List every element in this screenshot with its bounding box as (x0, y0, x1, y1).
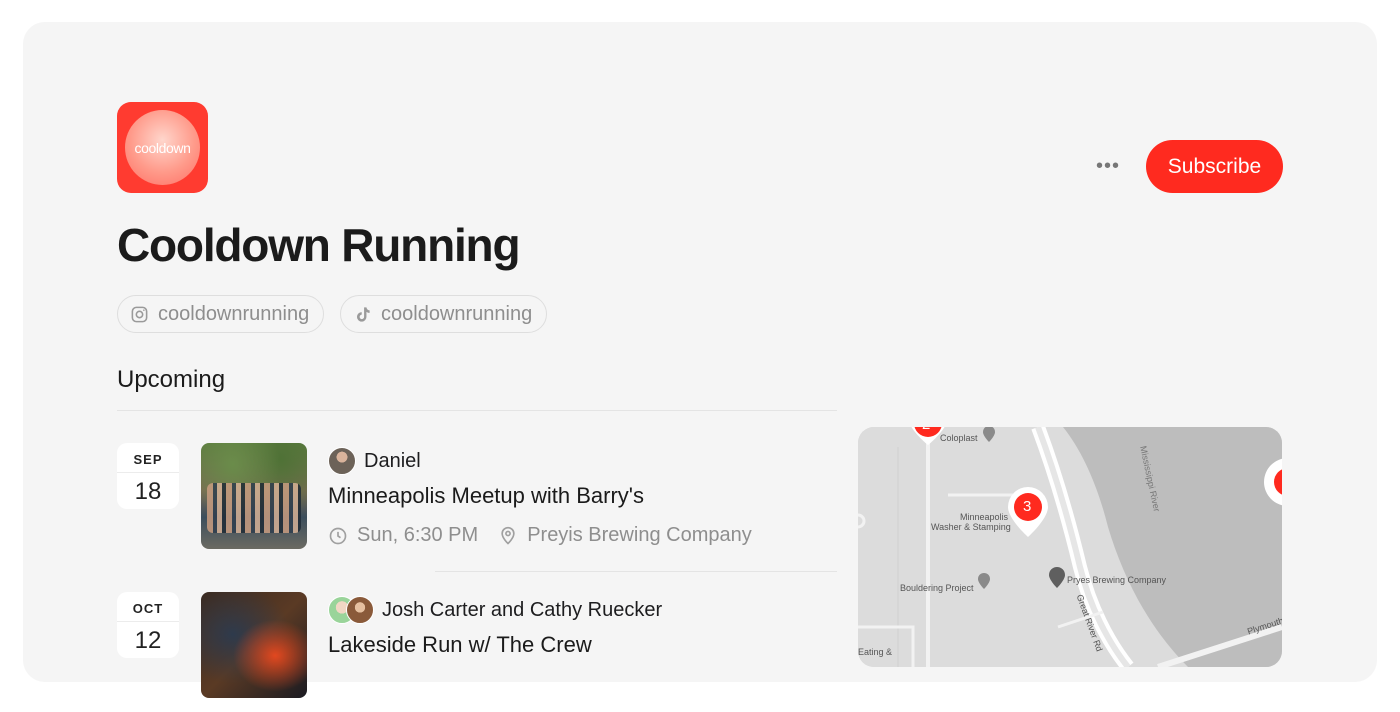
event-title: Lakeside Run w/ The Crew (328, 632, 592, 657)
more-options-button[interactable]: ••• (1088, 150, 1128, 182)
page-title: Cooldown Running (117, 219, 521, 271)
subscribe-button[interactable]: Subscribe (1146, 140, 1283, 193)
event-month: OCT (132, 601, 164, 616)
instagram-handle: cooldownrunning (158, 302, 310, 325)
map-label-bouldering: Bouldering Project (900, 583, 974, 593)
event-location: Preyis Brewing Company (498, 524, 752, 547)
map-pin-2-label: 2 (922, 427, 930, 433)
event-month: SEP (133, 452, 163, 467)
brand-logo: cooldown (117, 102, 208, 193)
map-canvas (858, 427, 1282, 667)
event-item[interactable]: OCT 12 Josh Carter and Cathy Ruecker Lak… (117, 592, 837, 712)
host-avatars (328, 596, 374, 624)
event-host: Josh Carter and Cathy Ruecker (328, 596, 662, 624)
host-name: Josh Carter and Cathy Ruecker (382, 598, 663, 621)
event-thumbnail (201, 592, 307, 698)
logo-text: cooldown (134, 139, 191, 156)
host-name: Daniel (364, 449, 421, 472)
event-location-text: Preyis Brewing Company (527, 524, 752, 546)
event-divider (435, 571, 837, 572)
map-label-washer-line2: Washer & Stamping (931, 522, 1011, 532)
instagram-icon (131, 306, 148, 322)
event-item[interactable]: SEP 18 Daniel Minneapolis Meetup with Ba… (117, 443, 837, 563)
events-map[interactable]: 2 3 Coloplast Minneapolis Washer & Stamp… (858, 427, 1282, 667)
event-time: Sun, 6:30 PM (328, 524, 478, 547)
avatar (346, 596, 374, 624)
instagram-link[interactable]: cooldownrunning (117, 295, 325, 333)
event-meta: Sun, 6:30 PM Preyis Brewing Company (328, 524, 752, 547)
event-day: 12 (134, 627, 162, 654)
tiktok-handle: cooldownrunning (381, 302, 533, 325)
event-date-badge: SEP 18 (117, 443, 179, 509)
event-host: Daniel (328, 447, 421, 475)
tiktok-link[interactable]: cooldownrunning (340, 295, 548, 333)
clock-icon (329, 527, 347, 544)
event-thumbnail (201, 443, 307, 549)
event-date-badge: OCT 12 (117, 592, 179, 658)
map-label-brewing: Pryes Brewing Company (1067, 575, 1167, 585)
location-pin-icon (501, 526, 515, 545)
section-divider (117, 410, 837, 411)
event-day: 18 (134, 478, 162, 505)
event-time-text: Sun, 6:30 PM (357, 524, 479, 546)
avatar (328, 447, 356, 475)
map-label-coloplast: Coloplast (940, 433, 978, 443)
event-title: Minneapolis Meetup with Barry's (328, 483, 645, 508)
logo-orb: cooldown (125, 110, 200, 185)
tiktok-icon (356, 306, 370, 322)
group-photo (207, 483, 301, 533)
map-label-washer-line1: Minneapolis (960, 512, 1009, 522)
upcoming-title: Upcoming (117, 366, 226, 393)
map-pin-3-label: 3 (1023, 498, 1032, 515)
